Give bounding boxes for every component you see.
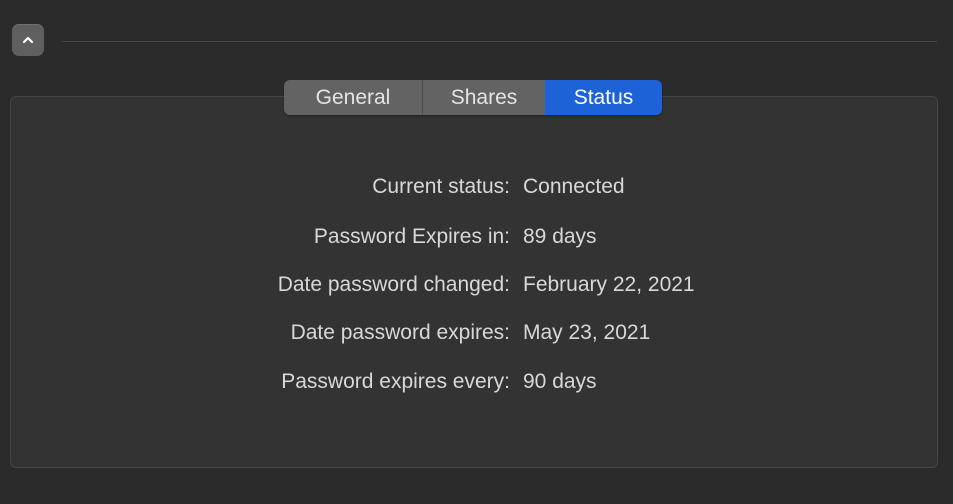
chevron-up-icon	[21, 33, 35, 47]
status-value: May 23, 2021	[523, 321, 651, 344]
tab-shares[interactable]: Shares	[423, 80, 545, 115]
status-row-date-password-changed: Date password changed: February 22, 2021	[0, 270, 695, 300]
status-row-password-expires-in: Password Expires in: 89 days	[0, 222, 597, 252]
tab-status[interactable]: Status	[545, 80, 662, 115]
status-row-current-status: Current status: Connected	[0, 172, 625, 202]
collapse-button[interactable]	[12, 24, 44, 56]
status-value: 90 days	[523, 370, 597, 393]
tab-bar: General Shares Status	[284, 80, 662, 115]
status-label: Current status:	[372, 175, 510, 198]
status-label: Password expires every:	[281, 370, 510, 393]
status-value: February 22, 2021	[523, 273, 695, 296]
status-label: Date password changed:	[277, 273, 510, 296]
status-label: Password Expires in:	[313, 225, 510, 248]
status-row-date-password-expires: Date password expires: May 23, 2021	[0, 318, 651, 348]
status-value: Connected	[523, 175, 625, 198]
status-value: 89 days	[523, 225, 597, 248]
tab-general[interactable]: General	[284, 80, 423, 115]
status-label: Date password expires:	[290, 321, 510, 344]
top-divider	[62, 41, 937, 42]
status-row-password-expires-every: Password expires every: 90 days	[0, 367, 597, 397]
